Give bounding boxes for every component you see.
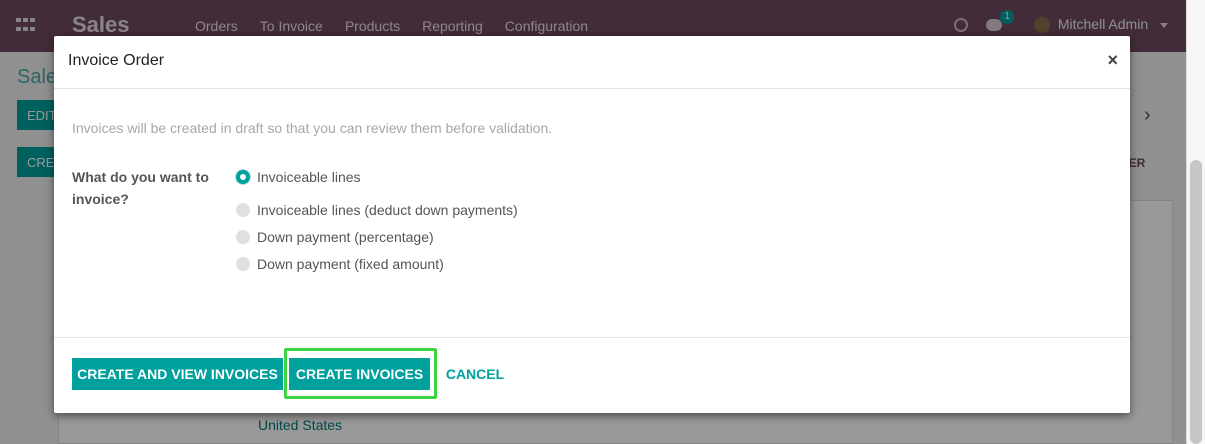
radio-checked-icon[interactable] bbox=[236, 170, 250, 184]
page-scrollbar[interactable] bbox=[1186, 0, 1205, 444]
create-and-view-invoices-button[interactable]: CREATE AND VIEW INVOICES bbox=[72, 358, 283, 390]
dialog-header: Invoice Order × bbox=[54, 36, 1130, 89]
invoice-method-radio-group: Invoiceable lines Invoiceable lines (ded… bbox=[236, 166, 518, 280]
create-invoices-button[interactable]: CREATE INVOICES bbox=[289, 358, 430, 390]
dialog-body: Invoices will be created in draft so tha… bbox=[54, 89, 1130, 338]
close-icon[interactable]: × bbox=[1107, 50, 1118, 71]
radio-label: Down payment (percentage) bbox=[257, 228, 434, 245]
dialog-footer: CREATE AND VIEW INVOICES CREATE INVOICES… bbox=[54, 338, 1130, 412]
radio-unchecked-icon[interactable] bbox=[236, 202, 250, 217]
invoice-method-label: What do you want to invoice? bbox=[72, 169, 209, 207]
invoice-order-dialog: Invoice Order × Invoices will be created… bbox=[54, 36, 1130, 413]
radio-unchecked-icon[interactable] bbox=[236, 229, 250, 244]
cancel-button[interactable]: CANCEL bbox=[440, 358, 510, 390]
radio-label: Down payment (fixed amount) bbox=[257, 255, 444, 272]
radio-label: Invoiceable lines bbox=[257, 169, 361, 185]
radio-invoiceable-lines[interactable]: Invoiceable lines bbox=[236, 166, 518, 188]
dialog-title: Invoice Order bbox=[68, 52, 165, 69]
scrollbar-thumb[interactable] bbox=[1190, 160, 1202, 444]
radio-label: Invoiceable lines (deduct down payments) bbox=[257, 201, 518, 218]
radio-down-payment-fixed[interactable]: Down payment (fixed amount) bbox=[236, 247, 518, 280]
help-text: Invoices will be created in draft so tha… bbox=[72, 120, 553, 136]
radio-unchecked-icon[interactable] bbox=[236, 256, 250, 271]
